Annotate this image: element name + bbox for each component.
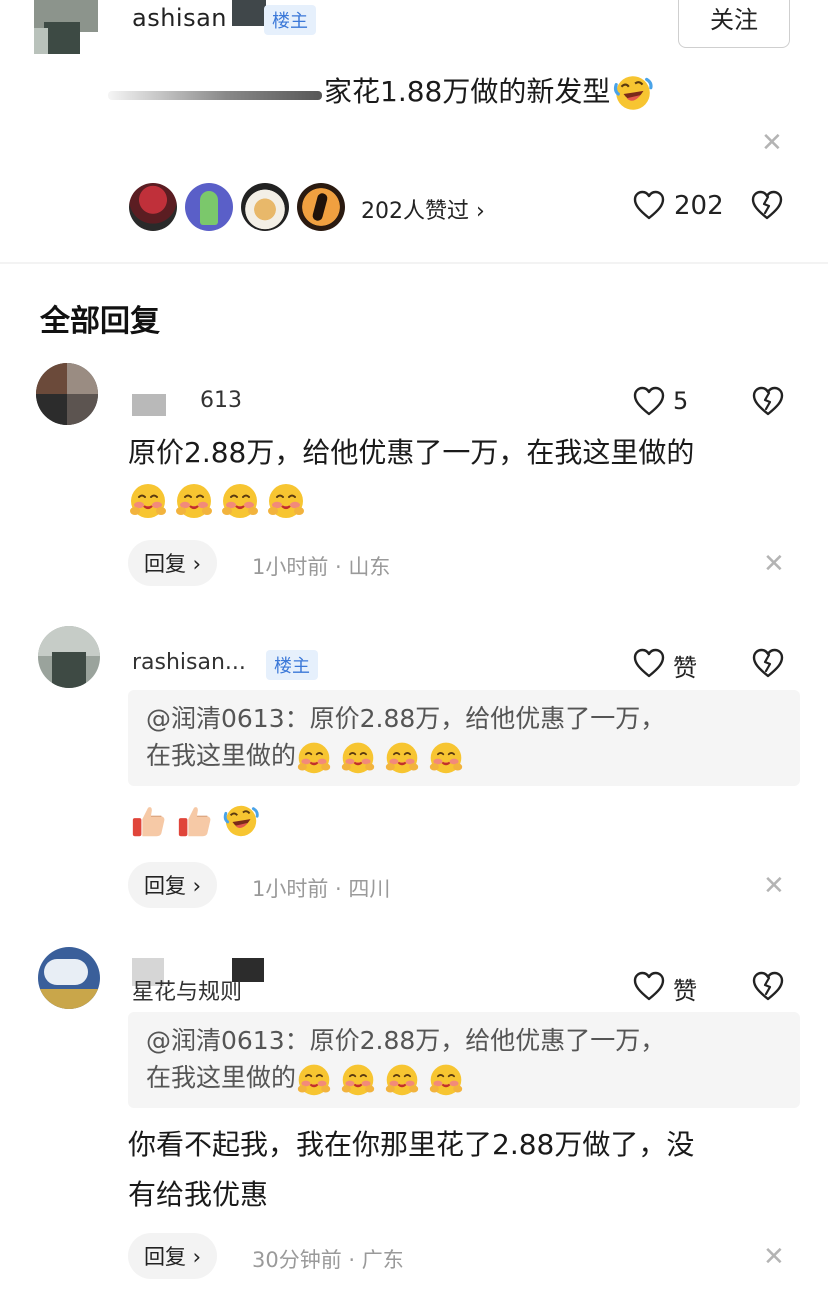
commenter-name[interactable]: 星花与规则 [132,974,242,1006]
like-count: 5 [673,387,689,415]
quote-line: @润清0613：原价2.88万，给他优惠了一万， [146,1026,666,1055]
liker-avatar[interactable] [185,183,233,231]
follow-button[interactable]: 关注 [678,0,790,48]
broken-heart-icon[interactable] [752,971,784,1001]
comment-meta: 30分钟前 · 广东 [252,1248,404,1272]
like-label: 赞 [673,977,697,1005]
shy-face-emoji-icon [428,1061,464,1097]
op-name-mosaic [232,0,266,26]
shy-face-emoji-icon [384,1061,420,1097]
thumbs-up-emoji-icon [130,802,168,840]
shy-face-emoji-icon [428,739,464,775]
liker-avatar[interactable] [129,183,177,231]
emoji-row [128,480,312,520]
commenter-name[interactable]: rashisan... [132,650,246,675]
op-badge: 楼主 [266,650,318,680]
commenter-name[interactable]: 613 [200,388,242,413]
op-like-count: 202 [674,191,724,221]
broken-heart-icon[interactable] [752,386,784,416]
liker-avatar[interactable] [241,183,289,231]
shy-face-emoji-icon [266,480,306,520]
op-badge: 楼主 [264,5,316,35]
reply-button[interactable]: 回复 › [128,1233,218,1279]
comment-text-line-2: 有给我优惠 [128,1178,269,1211]
op-avatar[interactable] [34,0,98,54]
op-username[interactable]: ashisan [132,4,227,32]
reply-button[interactable]: 回复 › [128,540,218,586]
comment-meta: 1小时前 · 山东 [252,555,391,579]
name-mosaic [132,394,166,416]
quoted-comment[interactable]: @润清0613：原价2.88万，给他优惠了一万， 在我这里做的 [128,690,800,786]
all-replies-title: 全部回复 [40,304,160,339]
quote-line-2: 在我这里做的 [146,1059,782,1097]
quote-line: @润清0613：原价2.88万，给他优惠了一万， [146,704,666,733]
heart-outline-icon[interactable] [633,971,665,1001]
quoted-comment[interactable]: @润清0613：原价2.88万，给他优惠了一万， 在我这里做的 [128,1012,800,1108]
heart-outline-icon[interactable] [633,190,665,220]
close-icon[interactable]: ✕ [763,549,785,579]
laughing-tears-emoji-icon [612,72,654,114]
close-icon[interactable]: ✕ [763,871,785,901]
commenter-avatar[interactable] [38,947,100,1009]
shy-face-emoji-icon [296,1061,332,1097]
op-post-text: 家花1.88万做的新发型 [110,70,660,114]
broken-heart-icon[interactable] [751,190,783,220]
shy-face-emoji-icon [296,739,332,775]
close-icon[interactable]: ✕ [763,1242,785,1272]
comment-text: 原价2.88万，给他优惠了一万，在我这里做的 [128,436,695,469]
likers-link[interactable]: 202人赞过 › [361,193,485,225]
shy-face-emoji-icon [128,480,168,520]
liker-avatar[interactable] [297,183,345,231]
comment-meta: 1小时前 · 四川 [252,877,391,901]
broken-heart-icon[interactable] [752,648,784,678]
shy-face-emoji-icon [384,739,420,775]
section-divider [0,262,828,264]
op-post-text-content: 家花1.88万做的新发型 [324,75,611,108]
heart-outline-icon[interactable] [633,386,665,416]
laughing-tears-emoji-icon [222,802,260,840]
emoji-row [130,802,268,840]
commenter-avatar[interactable] [36,363,98,425]
thumbs-up-emoji-icon [176,802,214,840]
like-label: 赞 [673,654,697,682]
comment-text: 你看不起我，我在你那里花了2.88万做了，没 [128,1128,695,1161]
shy-face-emoji-icon [220,480,260,520]
shy-face-emoji-icon [174,480,214,520]
reply-button[interactable]: 回复 › [128,862,218,908]
heart-outline-icon[interactable] [633,648,665,678]
shy-face-emoji-icon [340,739,376,775]
quote-line-2: 在我这里做的 [146,737,782,775]
close-icon[interactable]: ✕ [761,128,783,158]
commenter-avatar[interactable] [38,626,100,688]
shy-face-emoji-icon [340,1061,376,1097]
